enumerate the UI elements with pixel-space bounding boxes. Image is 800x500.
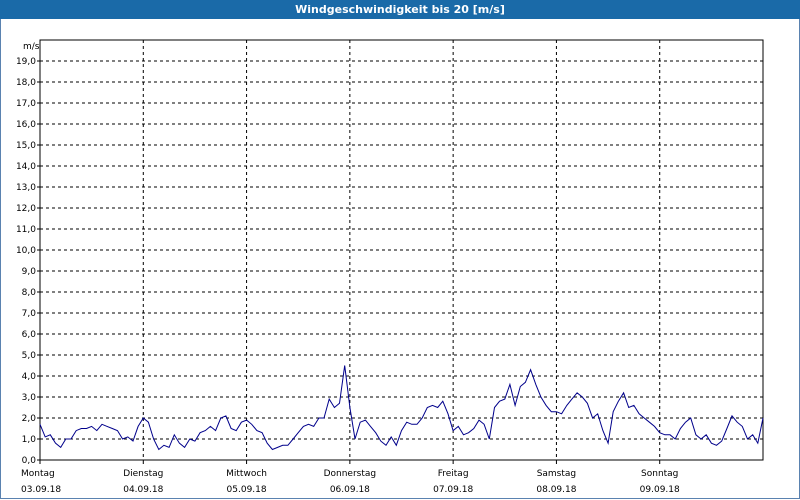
x-tick-day-label: Donnerstag xyxy=(324,469,377,479)
y-tick-label: 15,0 xyxy=(16,141,36,151)
x-tick-day-label: Samstag xyxy=(537,469,576,479)
y-tick-label: 19,0 xyxy=(16,57,36,67)
y-axis-unit-label: m/s xyxy=(23,42,40,52)
x-tick-date-label: 09.09.18 xyxy=(640,485,680,495)
y-tick-label: 9,0 xyxy=(22,267,37,277)
y-tick-label: 16,0 xyxy=(16,120,36,130)
y-tick-label: 12,0 xyxy=(16,204,36,214)
y-tick-label: 5,0 xyxy=(22,351,37,361)
wind-speed-chart: 0,0 1,0 2,0 3,0 4,0 5,0 6,0 7,0 8,0 9,0 10,0 11,0 12… xyxy=(16,39,764,495)
x-tick-date-label: 07.09.18 xyxy=(433,485,473,495)
y-tick-label: 6,0 xyxy=(22,330,37,340)
x-tick-date-label: 05.09.18 xyxy=(227,485,267,495)
y-tick-label: 14,0 xyxy=(16,162,36,172)
y-tick-label: 18,0 xyxy=(16,78,36,88)
x-tick-day-label: Dienstag xyxy=(123,469,163,479)
y-tick-label: 7,0 xyxy=(22,309,37,319)
y-tick-label: 10,0 xyxy=(16,246,36,256)
x-tick-day-label: Sonntag xyxy=(641,469,678,479)
y-tick-label: 13,0 xyxy=(16,183,36,193)
x-tick-day-label: Freitag xyxy=(438,469,469,479)
y-tick-label: 0,0 xyxy=(22,456,37,466)
y-tick-label: 1,0 xyxy=(22,435,37,445)
y-tick-label: 3,0 xyxy=(22,393,37,403)
x-tick-date-label: 03.09.18 xyxy=(21,485,61,495)
x-tick-date-label: 04.09.18 xyxy=(123,485,163,495)
y-tick-label: 11,0 xyxy=(16,225,36,235)
y-tick-label: 17,0 xyxy=(16,99,36,109)
x-tick-day-label: Montag xyxy=(21,469,55,479)
x-tick-date-label: 06.09.18 xyxy=(330,485,370,495)
y-tick-label: 2,0 xyxy=(22,414,37,424)
y-tick-label: 8,0 xyxy=(22,288,37,298)
x-tick-date-label: 08.09.18 xyxy=(536,485,576,495)
y-tick-label: 4,0 xyxy=(22,372,37,382)
x-tick-day-label: Mittwoch xyxy=(226,469,267,479)
